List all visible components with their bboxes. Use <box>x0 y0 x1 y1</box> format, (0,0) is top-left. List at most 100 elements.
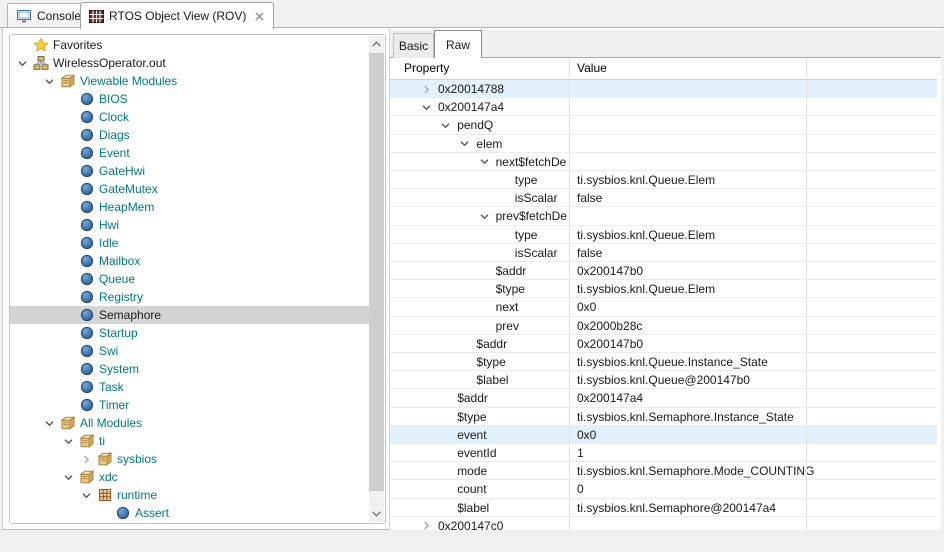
column-divider[interactable] <box>806 58 807 530</box>
module-icon <box>79 379 95 395</box>
close-icon[interactable] <box>254 11 265 22</box>
table-row[interactable]: prev 0x2000b28c <box>390 317 937 335</box>
chevron-collapsed-icon[interactable] <box>81 450 97 468</box>
tab-raw[interactable]: Raw <box>434 30 482 58</box>
tree-item-partial[interactable] <box>10 522 369 523</box>
chevron-expanded-icon[interactable] <box>63 468 79 486</box>
module-icon <box>79 199 95 215</box>
tree-item-label: ti <box>99 434 105 448</box>
column-divider[interactable] <box>569 58 570 530</box>
tab-console[interactable]: Console <box>7 3 91 28</box>
tree-item-startup[interactable]: Startup <box>10 324 369 342</box>
module-icon <box>79 127 95 143</box>
table-row[interactable]: $type ti.sysbios.knl.Queue.Instance_Stat… <box>390 353 937 372</box>
tree-item-all-modules[interactable]: All Modules <box>10 414 369 432</box>
table-row[interactable]: pendQ <box>390 116 937 135</box>
tree-item-hwi[interactable]: Hwi <box>10 216 369 234</box>
table-row[interactable]: 0x20014788 <box>390 80 937 99</box>
tree-item-sysbios[interactable]: sysbios <box>10 450 369 468</box>
tree-item-swi[interactable]: Swi <box>10 342 369 360</box>
chevron-expanded-icon[interactable] <box>17 54 33 72</box>
table-row[interactable]: isScalar false <box>390 189 937 208</box>
table-row[interactable]: type ti.sysbios.knl.Queue.Elem <box>390 226 937 244</box>
chevron-slot <box>63 306 79 324</box>
table-row[interactable]: 0x200147a4 <box>390 98 937 117</box>
scroll-up-icon[interactable] <box>369 36 384 52</box>
table-row[interactable]: mode ti.sysbios.knl.Semaphore.Mode_COUNT… <box>390 462 937 481</box>
tree-item-label: Task <box>99 380 124 394</box>
table-row[interactable]: $label ti.sysbios.knl.Queue@200147b0 <box>390 371 937 390</box>
value-cell: ti.sysbios.knl.Queue.Elem <box>577 282 716 297</box>
property-cell: $type <box>495 282 525 297</box>
property-cell: $label <box>457 500 490 515</box>
property-cell: 0x200147c0 <box>438 518 504 530</box>
table-row[interactable]: 0x200147c0 <box>390 517 937 530</box>
tree-item-heapmem[interactable]: HeapMem <box>10 198 369 216</box>
property-cell: $type <box>476 355 506 369</box>
tree-item-viewable-modules[interactable]: Viewable Modules <box>10 72 369 90</box>
property-cell: $addr <box>495 264 527 278</box>
tree-scrollbar[interactable] <box>369 36 384 522</box>
chevron-collapsed-icon[interactable] <box>421 84 433 94</box>
chevron-expanded-icon[interactable] <box>421 102 433 112</box>
property-cell: count <box>457 482 487 497</box>
chevron-expanded-icon[interactable] <box>479 157 491 167</box>
tree-item-clock[interactable]: Clock <box>10 108 369 126</box>
tree-item-gatemutex[interactable]: GateMutex <box>10 180 369 198</box>
tree-item-bios[interactable]: BIOS <box>10 90 369 108</box>
tab-rov[interactable]: RTOS Object View (ROV) <box>80 2 275 29</box>
column-header-value[interactable]: Value <box>577 58 607 79</box>
scroll-down-icon[interactable] <box>369 506 384 522</box>
chevron-expanded-icon[interactable] <box>459 139 471 149</box>
table-row[interactable]: event 0x0 <box>390 425 937 444</box>
tree-item-mailbox[interactable]: Mailbox <box>10 252 369 270</box>
table-row[interactable]: type ti.sysbios.knl.Queue.Elem <box>390 171 937 190</box>
table-row[interactable]: isScalar false <box>390 244 937 262</box>
tree-item-label: runtime <box>117 488 158 502</box>
table-row[interactable]: $addr 0x200147b0 <box>390 335 937 353</box>
chevron-collapsed-icon[interactable] <box>421 521 433 530</box>
chevron-slot <box>63 90 79 108</box>
tree-item-task[interactable]: Task <box>10 378 369 396</box>
tree-item-runtime[interactable]: runtime <box>10 486 369 504</box>
table-row[interactable]: $addr 0x200147b0 <box>390 262 937 281</box>
table-row[interactable]: $type ti.sysbios.knl.Semaphore.Instance_… <box>390 408 937 426</box>
tree-item-ti[interactable]: ti <box>10 432 369 450</box>
tree-item-label: GateMutex <box>99 182 158 196</box>
chevron-slot <box>63 108 79 126</box>
table-row[interactable]: eventId 1 <box>390 444 937 463</box>
tree-item-event[interactable]: Event <box>10 144 369 162</box>
chevron-expanded-icon[interactable] <box>44 72 60 90</box>
tree-item-system[interactable]: System <box>10 360 369 378</box>
chevron-slot <box>99 522 115 523</box>
table-row[interactable]: next 0x0 <box>390 298 937 317</box>
tree-item-gatehwi[interactable]: GateHwi <box>10 162 369 180</box>
tab-basic[interactable]: Basic <box>393 33 434 58</box>
column-header-property[interactable]: Property <box>404 58 449 79</box>
table-row[interactable]: $label ti.sysbios.knl.Semaphore@200147a4 <box>390 499 937 517</box>
module-icon <box>79 343 95 359</box>
table-row[interactable]: next$fetchDe <box>390 153 937 171</box>
scrollbar-thumb[interactable] <box>369 53 384 491</box>
chevron-expanded-icon[interactable] <box>479 211 491 221</box>
tree-item-diags[interactable]: Diags <box>10 126 369 144</box>
chevron-expanded-icon[interactable] <box>63 432 79 450</box>
package-icon <box>97 451 113 467</box>
tree-item-assert[interactable]: Assert <box>10 504 369 522</box>
table-row[interactable]: prev$fetchDe <box>390 207 937 226</box>
tree-item-timer[interactable]: Timer <box>10 396 369 414</box>
table-row[interactable]: elem <box>390 135 937 153</box>
tree-item-idle[interactable]: Idle <box>10 234 369 252</box>
table-row[interactable]: $type ti.sysbios.knl.Queue.Elem <box>390 280 937 299</box>
tree-item-favorites[interactable]: Favorites <box>10 36 369 54</box>
chevron-expanded-icon[interactable] <box>81 486 97 504</box>
chevron-expanded-icon[interactable] <box>440 120 452 130</box>
tree-item-registry[interactable]: Registry <box>10 288 369 306</box>
tree-item-xdc[interactable]: xdc <box>10 468 369 486</box>
tree-item-queue[interactable]: Queue <box>10 270 369 288</box>
table-row[interactable]: count 0 <box>390 480 937 499</box>
chevron-expanded-icon[interactable] <box>44 414 60 432</box>
tree-item-semaphore[interactable]: Semaphore <box>10 306 369 324</box>
tree-item-wirelessoperator-out[interactable]: WirelessOperator.out <box>10 54 369 72</box>
table-row[interactable]: $addr 0x200147a4 <box>390 389 937 408</box>
